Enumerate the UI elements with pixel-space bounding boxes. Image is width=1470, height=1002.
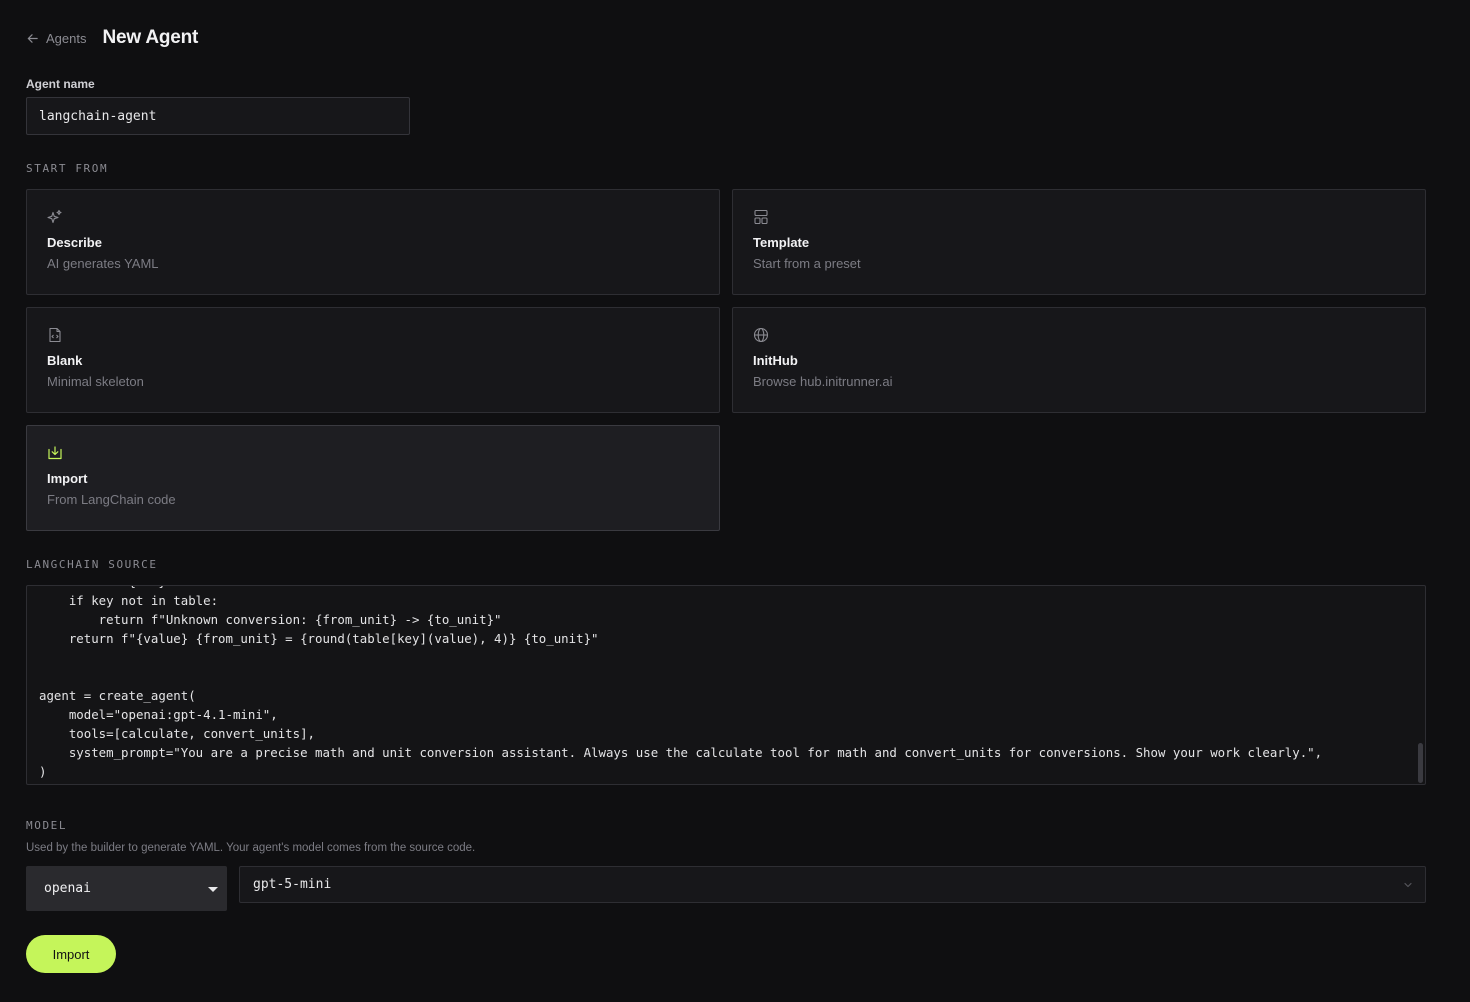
option-card-inithub[interactable]: InitHub Browse hub.initrunner.ai	[732, 307, 1426, 413]
option-title: InitHub	[753, 353, 798, 368]
langchain-source-editor[interactable]: table = {...} if key not in table: retur…	[26, 585, 1426, 785]
sparkles-icon	[47, 209, 62, 224]
start-from-label: START FROM	[26, 162, 109, 175]
model-combobox[interactable]: gpt-5-mini	[239, 866, 1426, 903]
template-icon	[754, 209, 768, 225]
import-button[interactable]: Import	[26, 935, 116, 973]
back-to-agents-link[interactable]: Agents	[26, 31, 86, 46]
option-subtitle: AI generates YAML	[47, 256, 159, 271]
back-link-label: Agents	[46, 30, 87, 46]
globe-icon	[753, 327, 769, 343]
option-subtitle: From LangChain code	[47, 492, 176, 507]
page-title: New Agent	[102, 27, 199, 48]
import-icon	[48, 446, 62, 460]
source-code[interactable]: table = {...} if key not in table: retur…	[39, 586, 1413, 781]
option-card-import[interactable]: Import From LangChain code	[26, 425, 720, 531]
arrow-left-icon	[27, 33, 38, 43]
editor-scrollbar[interactable]	[1418, 743, 1423, 783]
option-card-describe[interactable]: Describe AI generates YAML	[26, 189, 720, 295]
langchain-source-label: LANGCHAIN SOURCE	[26, 558, 158, 571]
agent-name-label: Agent name	[26, 77, 95, 91]
option-subtitle: Browse hub.initrunner.ai	[753, 374, 893, 389]
agent-name-input[interactable]	[26, 97, 410, 135]
option-card-blank[interactable]: Blank Minimal skeleton	[26, 307, 720, 413]
model-help-text: Used by the builder to generate YAML. Yo…	[26, 842, 476, 854]
page-header: Agents New Agent	[26, 26, 198, 50]
option-title: Template	[753, 235, 810, 250]
provider-value: openai	[44, 881, 91, 896]
option-title: Import	[47, 471, 88, 486]
option-card-template[interactable]: Template Start from a preset	[732, 189, 1426, 295]
option-subtitle: Minimal skeleton	[47, 374, 144, 389]
model-section-label: MODEL	[26, 819, 68, 832]
model-value: gpt-5-mini	[253, 877, 332, 892]
option-subtitle: Start from a preset	[753, 256, 861, 271]
chevron-down-icon[interactable]	[1403, 880, 1413, 890]
option-title: Blank	[47, 353, 83, 368]
caret-down-icon	[208, 887, 218, 892]
file-code-icon	[49, 327, 61, 343]
provider-select[interactable]: openai	[26, 866, 227, 911]
option-title: Describe	[47, 235, 102, 250]
